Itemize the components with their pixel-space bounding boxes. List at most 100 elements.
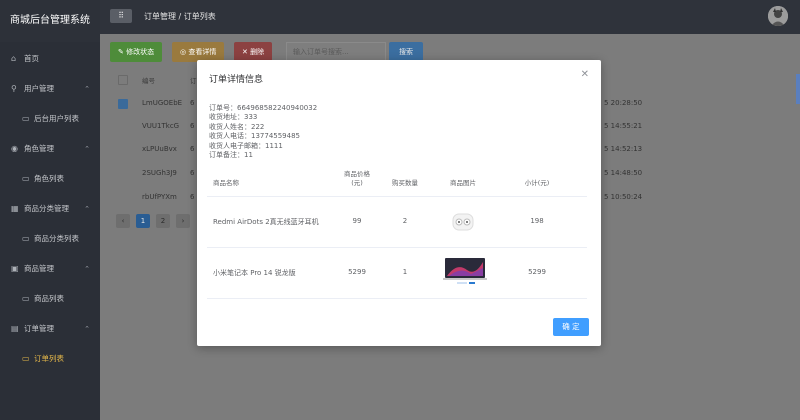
prev-page-button[interactable]: ‹ xyxy=(116,214,130,228)
shipping-address: 收货地址：333 xyxy=(209,113,258,122)
item-name: Redmi AirDots 2真无线蓝牙耳机 xyxy=(213,218,319,226)
sidebar-item-label: 商品列表 xyxy=(34,294,64,303)
modify-status-label: 修改状态 xyxy=(126,48,155,56)
item-price: 5299 xyxy=(348,268,366,276)
document-icon: ▭ xyxy=(22,354,30,363)
avatar[interactable] xyxy=(768,6,788,26)
col-header-image: 商品图片 xyxy=(450,179,476,187)
order-number: 订单号：664968582240940032 xyxy=(209,104,318,112)
view-detail-label: 查看详情 xyxy=(188,48,217,56)
confirm-button[interactable]: 确 定 xyxy=(553,318,589,336)
sidebar-item-category-management[interactable]: ▦ 商品分类管理 ⌃ xyxy=(0,194,100,224)
item-subtotal: 198 xyxy=(530,217,544,225)
row-id: xLPUuBvx xyxy=(142,145,177,153)
sidebar-item-label: 商品分类列表 xyxy=(34,234,79,243)
col-header-price: 商品价格(元) xyxy=(344,170,370,187)
sidebar-item-home[interactable]: ⌂ 首页 xyxy=(0,44,100,74)
row-time: 5 14:55:21 xyxy=(604,122,643,130)
items-table-header: 商品名称 商品价格(元) 购买数量 商品图片 小计(元) xyxy=(207,166,587,197)
search-button[interactable]: 搜索 xyxy=(389,42,423,62)
close-icon[interactable]: ✕ xyxy=(581,69,589,80)
order-info: 订单号：664968582240940032 收货地址：333 收货人姓名：22… xyxy=(209,104,317,160)
order-icon: ▤ xyxy=(11,324,19,333)
row-order: 6 xyxy=(190,99,195,107)
role-icon: ◉ xyxy=(11,144,18,153)
top-header: ⠿ 订单管理 / 订单列表 xyxy=(100,0,800,34)
delete-label: 删除 xyxy=(250,48,265,56)
row-time: 5 10:50:24 xyxy=(604,193,643,201)
row-time: 5 14:48:50 xyxy=(604,169,643,177)
chevron-up-icon: ⌃ xyxy=(84,205,90,213)
row-time: 5 14:52:13 xyxy=(604,145,643,153)
page-1-button[interactable]: 1 xyxy=(136,214,150,228)
page-2-button[interactable]: 2 xyxy=(156,214,170,228)
row-id: rbUfPYXm xyxy=(142,193,177,201)
item-name: 小米笔记本 Pro 14 锐龙版 xyxy=(213,269,296,277)
grid-icon: ⠿ xyxy=(118,11,124,20)
sidebar-item-product-management[interactable]: ▣ 商品管理 ⌃ xyxy=(0,254,100,284)
row-order: 6 xyxy=(190,169,195,177)
delete-button[interactable]: ✕ 删除 xyxy=(234,42,273,62)
row-id: 2SUGh3J9 xyxy=(142,169,177,177)
receiver-phone: 收货人电话：13774559485 xyxy=(209,132,300,141)
order-items-table: 商品名称 商品价格(元) 购买数量 商品图片 小计(元) Redmi AirDo… xyxy=(207,166,587,299)
sidebar-item-label: 用户管理 xyxy=(24,84,54,93)
side-drawer-tab[interactable] xyxy=(796,74,800,104)
item-row: 小米笔记本 Pro 14 锐龙版 5299 1 5299 xyxy=(207,248,587,299)
home-icon: ⌂ xyxy=(11,54,17,63)
user-icon: ⚲ xyxy=(11,84,17,93)
receiver-email: 收货人电子邮箱：1111 xyxy=(209,141,283,150)
sidebar-item-order-management[interactable]: ▤ 订单管理 ⌃ xyxy=(0,314,100,344)
sidebar-item-label: 商品分类管理 xyxy=(24,204,69,213)
row-checkbox[interactable] xyxy=(118,99,128,109)
item-qty: 1 xyxy=(402,268,408,276)
document-icon: ▭ xyxy=(22,114,30,123)
sidebar-item-role-list[interactable]: ▭ 角色列表 xyxy=(0,164,100,194)
row-order: 6 xyxy=(190,193,195,201)
delete-icon: ✕ xyxy=(242,48,248,56)
view-detail-button[interactable]: ◎ 查看详情 xyxy=(172,42,225,62)
sidebar-item-user-management[interactable]: ⚲ 用户管理 ⌃ xyxy=(0,74,100,104)
sidebar-item-product-list[interactable]: ▭ 商品列表 xyxy=(0,284,100,314)
order-note: 订单备注：11 xyxy=(209,151,253,160)
view-icon: ◎ xyxy=(180,48,187,56)
col-header-subtotal: 小计(元) xyxy=(524,179,550,187)
select-all-checkbox[interactable] xyxy=(118,75,128,85)
sidebar-item-label: 后台用户列表 xyxy=(34,114,79,123)
order-detail-dialog: 订单详情信息 ✕ 订单号：664968582240940032 收货地址：333… xyxy=(197,60,601,346)
chevron-up-icon: ⌃ xyxy=(84,325,90,333)
row-id: VUU1TkcG xyxy=(142,122,180,130)
sidebar-item-label: 商品管理 xyxy=(24,264,54,273)
laptop-image xyxy=(443,256,487,288)
item-price: 99 xyxy=(352,217,362,225)
chevron-up-icon: ⌃ xyxy=(84,145,90,153)
sidebar-item-admin-user-list[interactable]: ▭ 后台用户列表 xyxy=(0,104,100,134)
category-icon: ▦ xyxy=(11,204,19,213)
sidebar-item-label: 订单列表 xyxy=(34,354,64,363)
sidebar-item-label: 首页 xyxy=(24,54,39,63)
col-header-name: 商品名称 xyxy=(213,179,239,187)
next-page-button[interactable]: › xyxy=(176,214,190,228)
app-title: 商城后台管理系统 xyxy=(0,0,100,42)
sidebar-item-role-management[interactable]: ◉ 角色管理 ⌃ xyxy=(0,134,100,164)
column-order: 订 xyxy=(190,77,197,85)
row-order: 6 xyxy=(190,145,195,153)
sidebar-menu: ⌂ 首页 ⚲ 用户管理 ⌃ ▭ 后台用户列表 ◉ 角色管理 ⌃ ▭ 角色列表 ▦… xyxy=(0,44,100,374)
chevron-up-icon: ⌃ xyxy=(84,85,90,93)
breadcrumb: 订单管理 / 订单列表 xyxy=(144,12,216,21)
item-subtotal: 5299 xyxy=(528,268,546,276)
row-id: LmUGOEbE xyxy=(142,99,183,107)
row-time: 5 20:28:50 xyxy=(604,99,643,107)
chevron-up-icon: ⌃ xyxy=(84,265,90,273)
receiver-name: 收货人姓名：222 xyxy=(209,122,265,131)
col-header-qty: 购买数量 xyxy=(392,179,418,187)
sidebar-item-label: 订单管理 xyxy=(24,324,54,333)
modify-status-button[interactable]: ✎ 修改状态 xyxy=(110,42,163,62)
document-icon: ▭ xyxy=(22,234,30,243)
sidebar-item-order-list[interactable]: ▭ 订单列表 xyxy=(0,344,100,374)
sidebar-item-category-list[interactable]: ▭ 商品分类列表 xyxy=(0,224,100,254)
sidebar: 商城后台管理系统 ⌂ 首页 ⚲ 用户管理 ⌃ ▭ 后台用户列表 ◉ 角色管理 ⌃… xyxy=(0,0,100,420)
menu-toggle-button[interactable]: ⠿ xyxy=(110,9,132,23)
document-icon: ▭ xyxy=(22,174,30,183)
order-search-input[interactable]: 输入订单号搜索... xyxy=(286,42,386,62)
